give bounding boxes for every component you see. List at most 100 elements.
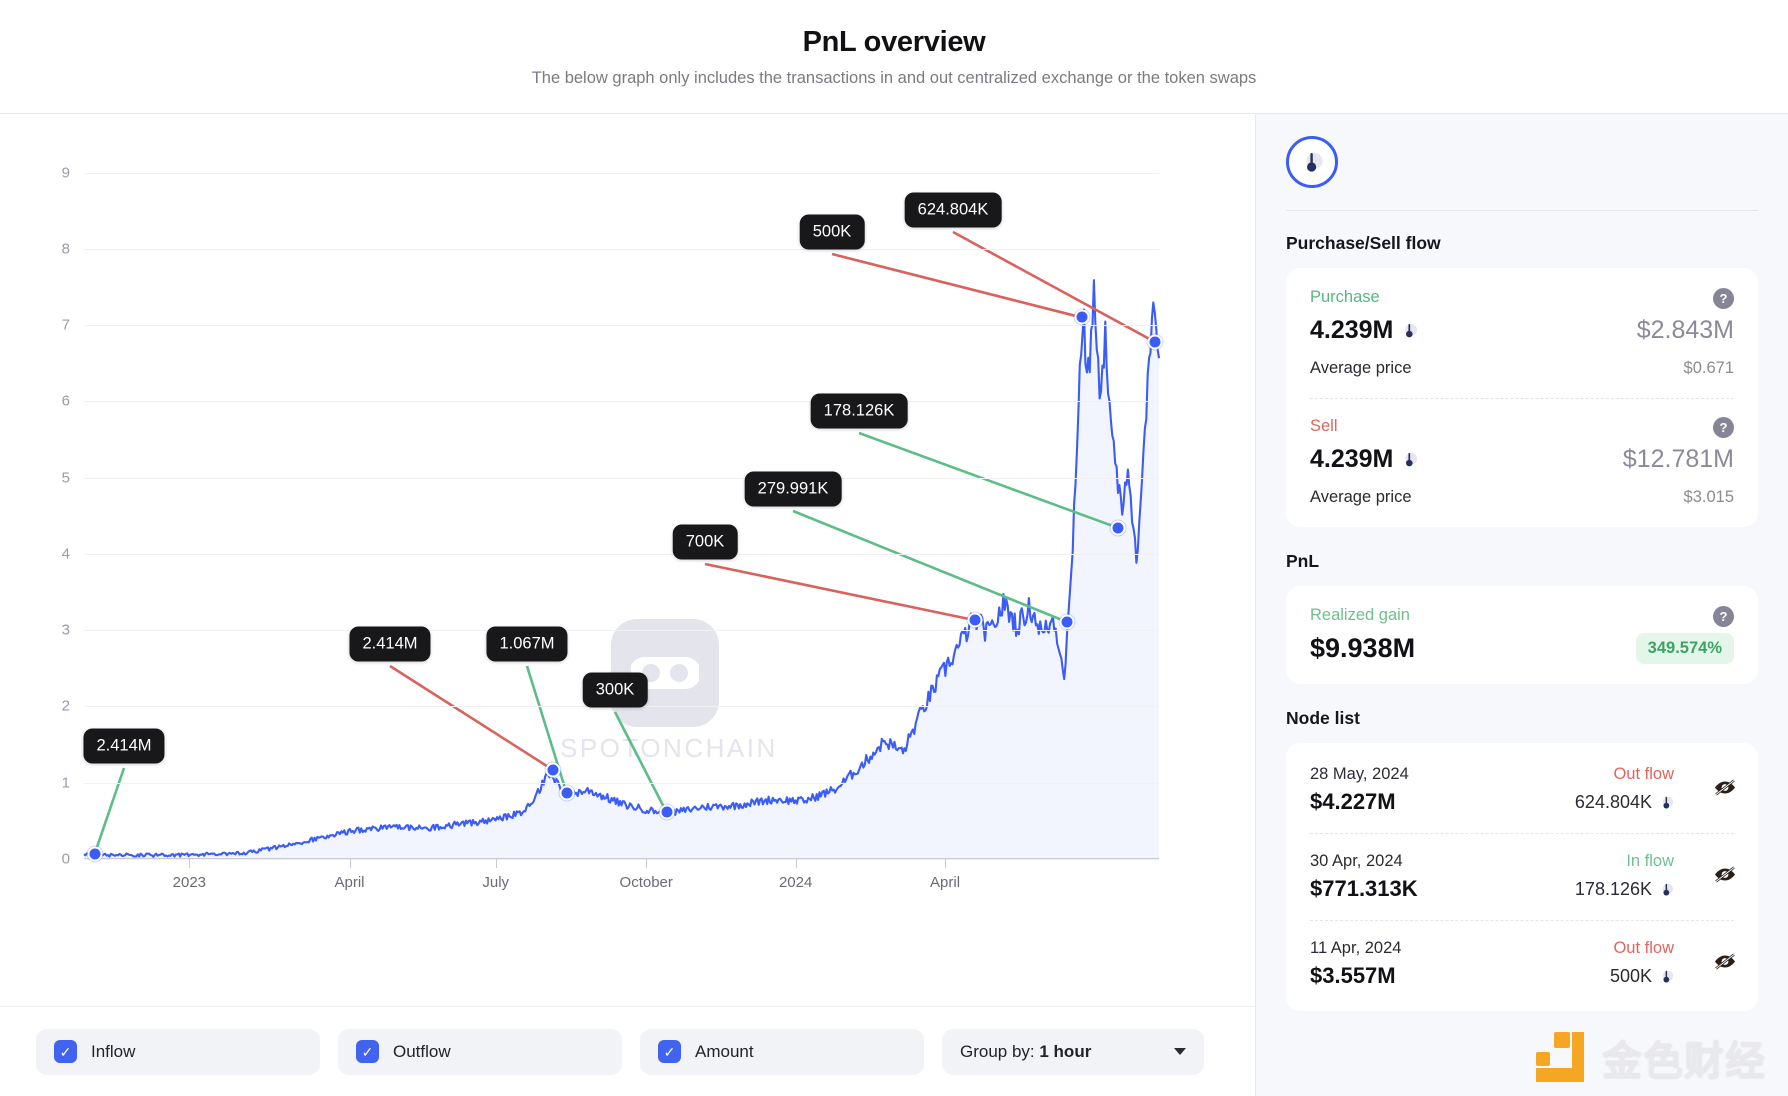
sell-help-icon[interactable]: ?: [1713, 417, 1734, 438]
annotation-point[interactable]: [1074, 309, 1090, 325]
inflow-label: Inflow: [91, 1041, 136, 1061]
card-divider: [1310, 398, 1734, 399]
pnl-chart[interactable]: SPOTONCHAIN 0 1 2 3 4 5 6 7 8 9 2023 April July Octob…: [0, 114, 1255, 1006]
annotation-label[interactable]: 2.414M: [83, 728, 165, 764]
node-quantity: 624.804K: [1575, 792, 1674, 813]
annotation-connector: [831, 252, 1082, 319]
annotation-label[interactable]: 500K: [799, 214, 865, 250]
purchase-sell-card: Purchase ? 4.239M $2.843M Average price …: [1286, 268, 1758, 527]
node-list-item[interactable]: 28 May, 2024 Out flow $4.227M 624.804K: [1310, 747, 1735, 833]
node-list-item[interactable]: 11 Apr, 2024 Out flow $3.557M 500K: [1310, 920, 1735, 1007]
annotation-connector: [389, 664, 554, 771]
annotation-connector: [93, 767, 126, 855]
x-axis-tickmark: [646, 859, 648, 868]
annotation-point[interactable]: [1147, 334, 1163, 350]
annotation-point[interactable]: [659, 804, 675, 820]
amount-label: Amount: [695, 1041, 754, 1061]
amount-toggle[interactable]: ✓ Amount: [640, 1028, 924, 1075]
details-sidebar: Purchase/Sell flow Purchase ? 4.239M $2.…: [1255, 114, 1788, 1096]
outflow-label: Outflow: [393, 1041, 451, 1061]
annotation-label[interactable]: 178.126K: [810, 393, 908, 429]
annotation-connector: [613, 711, 668, 814]
chart-pane: SPOTONCHAIN 0 1 2 3 4 5 6 7 8 9 2023 April July Octob…: [0, 114, 1255, 1096]
pnl-card: Realized gain ? $9.938M 349.574%: [1286, 586, 1758, 684]
outflow-checkbox[interactable]: ✓: [356, 1040, 379, 1063]
x-axis-tick: April: [930, 874, 961, 891]
token-thermometer-icon: [1405, 452, 1418, 467]
gridline: [84, 782, 1159, 784]
group-by-label: Group by: 1 hour: [960, 1042, 1091, 1062]
gridline: [84, 325, 1159, 327]
jinse-watermark: 金色财经: [1528, 1026, 1766, 1088]
x-axis-line: [84, 858, 1159, 859]
page-subtitle: The below graph only includes the transa…: [531, 68, 1257, 87]
gridline: [84, 172, 1159, 174]
annotation-point[interactable]: [967, 612, 983, 628]
token-thermometer-icon: [1662, 970, 1674, 983]
purchase-avg-label: Average price: [1310, 359, 1412, 377]
annotation-point[interactable]: [1110, 520, 1126, 536]
amount-checkbox[interactable]: ✓: [658, 1040, 681, 1063]
realized-gain-percent-badge: 349.574%: [1635, 633, 1734, 664]
annotation-point[interactable]: [545, 762, 561, 778]
y-axis-tick: 2: [61, 697, 70, 715]
chart-toolbar: ✓ Inflow ✓ Outflow ✓ Amount Group by: 1 …: [0, 1006, 1255, 1096]
purchase-amount: 4.239M: [1310, 316, 1418, 345]
chevron-down-icon[interactable]: [1174, 1048, 1186, 1055]
hide-node-eye-off-icon[interactable]: [1712, 862, 1738, 893]
inflow-toggle[interactable]: ✓ Inflow: [36, 1028, 320, 1075]
annotation-label[interactable]: 624.804K: [904, 192, 1002, 228]
y-axis-tick: 6: [61, 392, 70, 410]
y-axis-tick: 9: [61, 164, 70, 181]
x-axis-tickmark: [349, 859, 351, 868]
node-list-card: 28 May, 2024 Out flow $4.227M 624.804K 30 Ap…: [1286, 743, 1758, 1011]
node-list-item[interactable]: 30 Apr, 2024 In flow $771.313K 178.126K: [1310, 833, 1735, 920]
annotation-connector: [704, 562, 976, 622]
annotation-label[interactable]: 700K: [672, 524, 738, 560]
token-thermometer-icon: [1405, 323, 1418, 338]
x-axis-tickmark: [189, 859, 191, 868]
node-usd-value: $3.557M: [1310, 963, 1396, 988]
group-by-prefix: Group by:: [960, 1041, 1040, 1061]
node-quantity: 500K: [1610, 966, 1674, 987]
annotation-point[interactable]: [559, 785, 575, 801]
sell-amount: 4.239M: [1310, 445, 1418, 474]
pnl-help-icon[interactable]: ?: [1713, 606, 1734, 627]
purchase-usd: $2.843M: [1636, 316, 1734, 344]
annotation-label[interactable]: 279.991K: [744, 471, 842, 507]
hide-node-eye-off-icon[interactable]: [1712, 949, 1738, 980]
token-thermometer-icon[interactable]: [1286, 136, 1338, 188]
sell-avg-label: Average price: [1310, 488, 1412, 506]
gridline: [84, 477, 1159, 479]
x-axis-tick: 2023: [172, 874, 207, 891]
gridline: [84, 630, 1159, 632]
page-title: PnL overview: [802, 25, 986, 58]
inflow-checkbox[interactable]: ✓: [54, 1040, 77, 1063]
purchase-row: Purchase ? 4.239M $2.843M Average price …: [1310, 288, 1734, 378]
annotation-point[interactable]: [87, 846, 103, 862]
sell-usd: $12.781M: [1622, 445, 1734, 473]
outflow-toggle[interactable]: ✓ Outflow: [338, 1028, 622, 1075]
annotation-label[interactable]: 1.067M: [486, 626, 568, 662]
annotation-label[interactable]: 2.414M: [349, 626, 431, 662]
hide-node-eye-off-icon[interactable]: [1712, 775, 1738, 806]
x-axis-tick: July: [482, 874, 510, 891]
node-quantity: 178.126K: [1575, 879, 1674, 900]
annotation-label[interactable]: 300K: [582, 672, 648, 708]
y-axis-tick: 0: [61, 850, 70, 868]
y-axis-tick: 4: [61, 545, 70, 563]
content-area: SPOTONCHAIN 0 1 2 3 4 5 6 7 8 9 2023 April July Octob…: [0, 114, 1788, 1096]
pnl-section-title: PnL: [1286, 551, 1320, 571]
gridline: [84, 553, 1159, 555]
realized-gain-label: Realized gain: [1310, 606, 1410, 624]
node-date: 11 Apr, 2024: [1310, 939, 1402, 957]
node-flow-type: Out flow: [1613, 939, 1674, 957]
annotation-point[interactable]: [1059, 614, 1075, 630]
purchase-help-icon[interactable]: ?: [1713, 288, 1734, 309]
group-by-select[interactable]: Group by: 1 hour: [942, 1028, 1204, 1075]
y-axis-tick: 7: [61, 316, 70, 334]
jinse-logo-icon: [1528, 1026, 1590, 1088]
annotation-connector: [792, 509, 1068, 623]
realized-gain-amount: $9.938M: [1310, 633, 1416, 663]
node-flow-type: In flow: [1626, 852, 1674, 870]
